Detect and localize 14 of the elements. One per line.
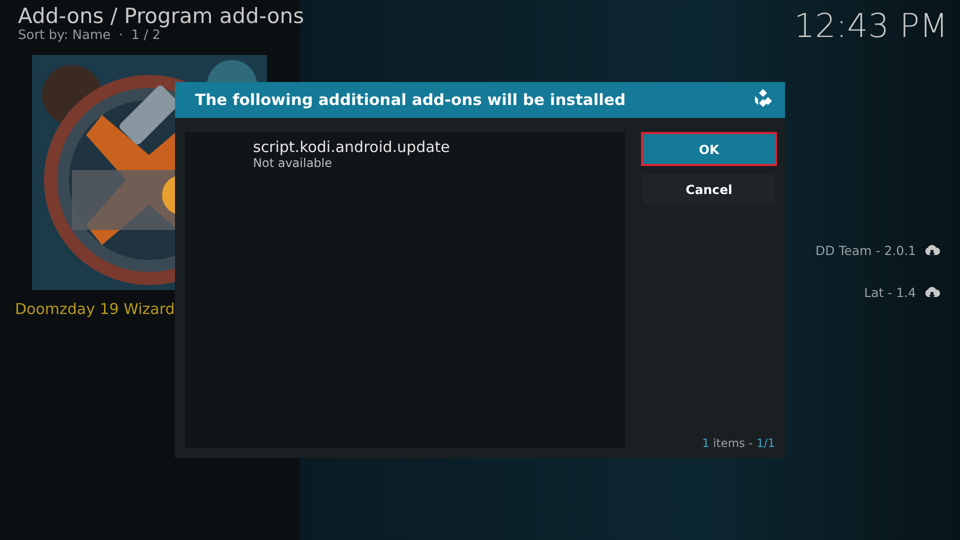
addon-status: Not available (253, 156, 334, 170)
sort-label: Sort by: Name · 1 / 2 (18, 28, 162, 43)
breadcrumb-title: Add-ons / Program add-ons (18, 4, 304, 28)
dialog-title: The following additional add-ons will be installed (195, 91, 626, 109)
addon-name: Doomzday 19 Wizard (15, 300, 175, 318)
addon-id[interactable]: script.kodi.android.update (253, 138, 625, 156)
dialog-button[interactable]: Cancel (643, 174, 775, 204)
addon-version: Lat - 1.4 (864, 285, 916, 300)
cloud-download-icon (924, 286, 940, 300)
addon-version: DD Team - 2.0.1 (815, 243, 916, 258)
clock: 12:43 PM (794, 5, 948, 47)
dialog-button[interactable]: OK (643, 134, 775, 164)
item-count: 1 items - 1/1 (702, 436, 775, 450)
cloud-download-icon (924, 244, 940, 258)
